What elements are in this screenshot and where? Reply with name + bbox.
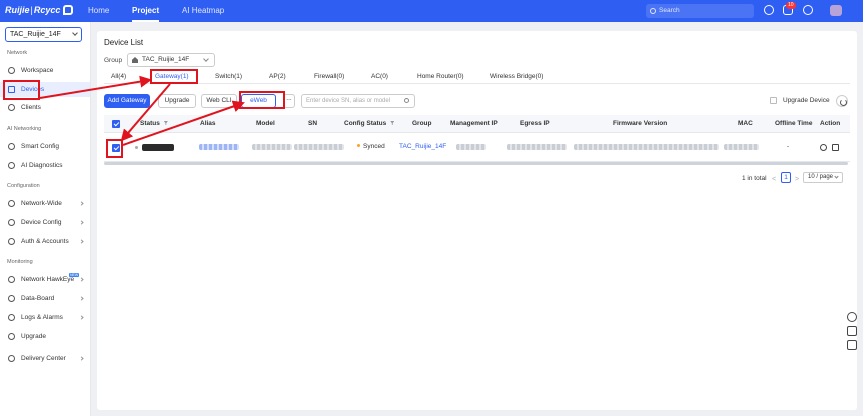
arrow-devices-to-gateway (39, 75, 152, 99)
annotation-arrows (39, 75, 245, 146)
arrow-checkbox-to-eweb (122, 100, 245, 146)
